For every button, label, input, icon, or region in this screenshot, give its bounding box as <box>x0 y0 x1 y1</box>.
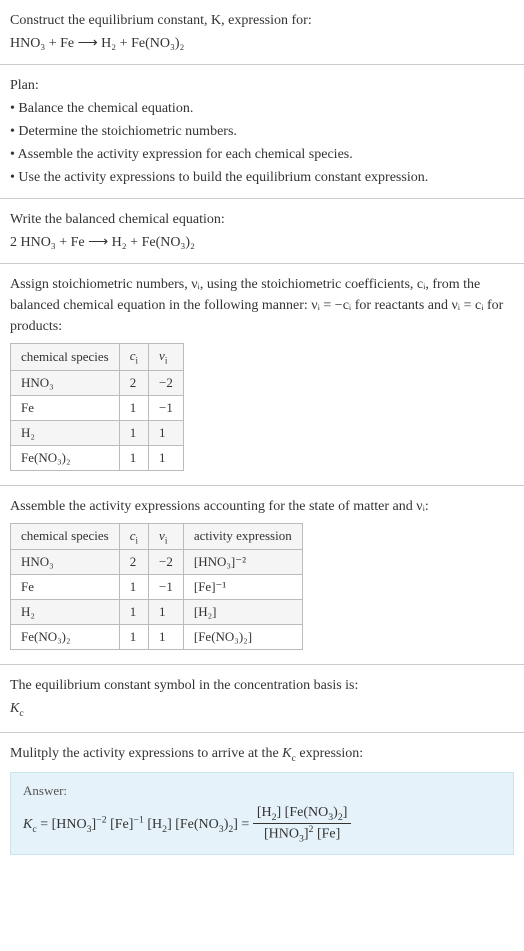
cell: H₂ <box>11 600 120 625</box>
plan-item: • Use the activity expressions to build … <box>10 167 514 188</box>
col-nui: νi <box>149 523 184 550</box>
col-species: chemical species <box>11 344 120 371</box>
cell: Fe(NO₃)₂ <box>11 625 120 650</box>
multiply-section: Mulitply the activity expressions to arr… <box>0 733 524 864</box>
fraction-denominator: [HNO3]2 [Fe] <box>253 824 352 844</box>
cell: −1 <box>149 575 184 600</box>
cell: 1 <box>149 625 184 650</box>
table-row: H₂ 1 1 [H₂] <box>11 600 303 625</box>
table-row: Fe 1 −1 [Fe]⁻¹ <box>11 575 303 600</box>
cell: 2 <box>119 550 148 575</box>
symbol-text: The equilibrium constant symbol in the c… <box>10 675 514 696</box>
activity-table: chemical species ci νi activity expressi… <box>10 523 303 651</box>
multiply-text: Mulitply the activity expressions to arr… <box>10 743 514 766</box>
question-section: Construct the equilibrium constant, K, e… <box>0 0 524 65</box>
cell: [Fe]⁻¹ <box>183 575 302 600</box>
cell: Fe(NO₃)₂ <box>11 445 120 470</box>
answer-label: Answer: <box>23 783 501 799</box>
col-species: chemical species <box>11 523 120 550</box>
stoich-table: chemical species ci νi HNO₃ 2 −2 Fe 1 −1… <box>10 343 184 471</box>
plan-title: Plan: <box>10 75 514 96</box>
cell: [H₂] <box>183 600 302 625</box>
question-equation: HNO₃ + Fe ⟶ H₂ + Fe(NO₃)₂ <box>10 33 514 54</box>
cell: 1 <box>119 445 148 470</box>
cell: −1 <box>149 395 184 420</box>
col-nui: νi <box>149 344 184 371</box>
cell: 1 <box>149 600 184 625</box>
stoich-section: Assign stoichiometric numbers, νᵢ, using… <box>0 264 524 486</box>
symbol-section: The equilibrium constant symbol in the c… <box>0 665 524 732</box>
table-row: Fe(NO₃)₂ 1 1 <box>11 445 184 470</box>
cell: 1 <box>119 600 148 625</box>
col-activity: activity expression <box>183 523 302 550</box>
cell: −2 <box>149 370 184 395</box>
table-header-row: chemical species ci νi <box>11 344 184 371</box>
table-row: Fe 1 −1 <box>11 395 184 420</box>
table-row: Fe(NO₃)₂ 1 1 [Fe(NO₃)₂] <box>11 625 303 650</box>
cell: [HNO₃]⁻² <box>183 550 302 575</box>
symbol-value: Kc <box>10 698 514 721</box>
table-row: HNO₃ 2 −2 <box>11 370 184 395</box>
cell: [Fe(NO₃)₂] <box>183 625 302 650</box>
activity-section: Assemble the activity expressions accoun… <box>0 486 524 666</box>
cell: HNO₃ <box>11 370 120 395</box>
question-text: Construct the equilibrium constant, K, e… <box>10 10 514 31</box>
col-ci: ci <box>119 523 148 550</box>
cell: 1 <box>119 625 148 650</box>
table-row: HNO₃ 2 −2 [HNO₃]⁻² <box>11 550 303 575</box>
answer-expression: Kc = [HNO3]−2 [Fe]−1 [H2] [Fe(NO3)2] = [… <box>23 805 501 844</box>
answer-box: Answer: Kc = [HNO3]−2 [Fe]−1 [H2] [Fe(NO… <box>10 772 514 855</box>
col-ci: ci <box>119 344 148 371</box>
cell: H₂ <box>11 420 120 445</box>
cell: 2 <box>119 370 148 395</box>
fraction: [H2] [Fe(NO3)2] [HNO3]2 [Fe] <box>253 805 352 844</box>
table-header-row: chemical species ci νi activity expressi… <box>11 523 303 550</box>
balanced-equation: 2 HNO₃ + Fe ⟶ H₂ + Fe(NO₃)₂ <box>10 232 514 253</box>
cell: HNO₃ <box>11 550 120 575</box>
fraction-numerator: [H2] [Fe(NO3)2] <box>253 805 352 824</box>
plan-item: • Balance the chemical equation. <box>10 98 514 119</box>
plan-item: • Determine the stoichiometric numbers. <box>10 121 514 142</box>
cell: 1 <box>119 575 148 600</box>
table-row: H₂ 1 1 <box>11 420 184 445</box>
plan-section: Plan: • Balance the chemical equation. •… <box>0 65 524 199</box>
cell: 1 <box>149 420 184 445</box>
cell: 1 <box>119 395 148 420</box>
balanced-text: Write the balanced chemical equation: <box>10 209 514 230</box>
cell: −2 <box>149 550 184 575</box>
cell: Fe <box>11 395 120 420</box>
cell: 1 <box>119 420 148 445</box>
stoich-text: Assign stoichiometric numbers, νᵢ, using… <box>10 274 514 337</box>
cell: 1 <box>149 445 184 470</box>
balanced-section: Write the balanced chemical equation: 2 … <box>0 199 524 264</box>
cell: Fe <box>11 575 120 600</box>
plan-item: • Assemble the activity expression for e… <box>10 144 514 165</box>
activity-text: Assemble the activity expressions accoun… <box>10 496 514 517</box>
